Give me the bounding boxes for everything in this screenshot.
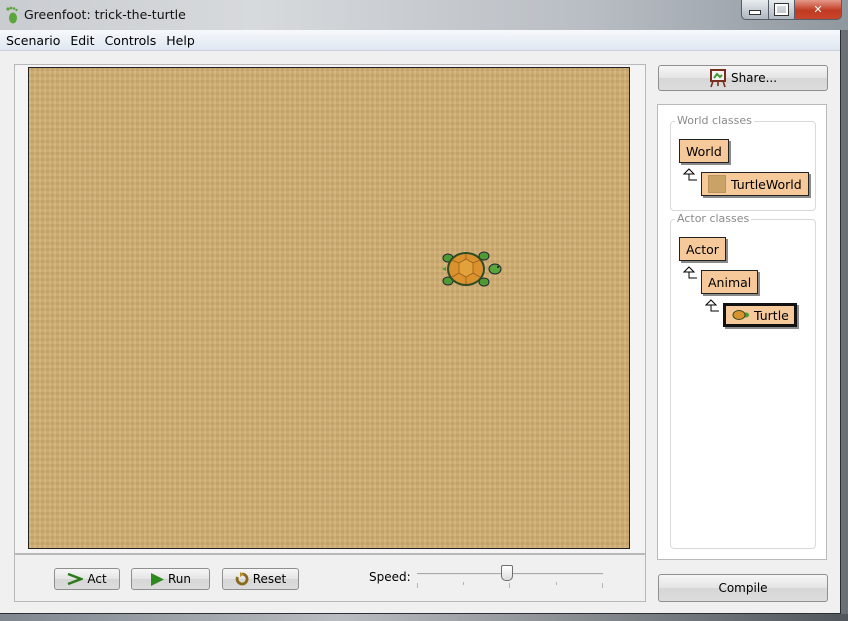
easel-share-icon (709, 69, 726, 88)
reset-label: Reset (252, 572, 287, 586)
actor-classes-label: Actor classes (675, 212, 752, 225)
window-title: Greenfoot: trick-the-turtle (24, 7, 186, 22)
control-panel: Act Run Reset Speed: (14, 554, 646, 602)
inheritance-arrow-icon (683, 168, 697, 181)
maximize-icon (774, 3, 789, 16)
turtle-icon (732, 310, 749, 320)
class-name: Actor (686, 241, 719, 257)
class-turtleworld[interactable]: TurtleWorld (701, 172, 809, 196)
act-arrow-icon (67, 573, 84, 585)
reset-icon (235, 572, 249, 586)
speed-label: Speed: (369, 570, 411, 584)
world-canvas[interactable] (28, 67, 630, 549)
run-button[interactable]: Run (131, 568, 210, 590)
class-turtle[interactable]: Turtle (723, 303, 797, 327)
greenfoot-footprint-icon (6, 6, 18, 24)
title-bar: Greenfoot: trick-the-turtle ✕ (0, 0, 848, 30)
menu-scenario[interactable]: Scenario (0, 33, 64, 48)
act-label: Act (87, 572, 107, 586)
slider-tick (602, 583, 603, 588)
minimize-button[interactable] (741, 0, 769, 20)
class-name: Animal (708, 274, 752, 290)
turtle-actor[interactable] (440, 247, 502, 291)
share-button[interactable]: Share... (658, 65, 828, 91)
class-name: World (686, 143, 722, 159)
close-button[interactable]: ✕ (795, 0, 842, 20)
class-world[interactable]: World (679, 139, 729, 163)
play-icon (150, 572, 164, 586)
class-animal[interactable]: Animal (701, 270, 759, 294)
world-classes-group: World classes World TurtleWorld (670, 114, 816, 211)
run-label: Run (167, 572, 191, 586)
menu-controls[interactable]: Controls (99, 33, 161, 48)
slider-tick (509, 583, 510, 588)
speed-slider[interactable] (415, 563, 605, 593)
class-name: TurtleWorld (731, 176, 802, 192)
speed-slider-thumb[interactable] (501, 565, 514, 581)
class-actor[interactable]: Actor (679, 237, 726, 261)
slider-tick (463, 582, 464, 585)
compile-button[interactable]: Compile (658, 574, 828, 602)
actor-classes-group: Actor classes Actor Animal Turtle (670, 212, 816, 549)
menu-edit[interactable]: Edit (64, 33, 98, 48)
slider-tick (556, 582, 557, 585)
world-panel (14, 64, 646, 554)
class-browser: World classes World TurtleWorld Actor cl… (657, 104, 827, 560)
menu-help[interactable]: Help (160, 33, 199, 48)
share-label: Share... (730, 71, 778, 85)
window-controls: ✕ (741, 0, 842, 20)
reset-button[interactable]: Reset (222, 568, 299, 590)
act-button[interactable]: Act (54, 568, 120, 590)
compile-label: Compile (718, 581, 768, 595)
minimize-icon (749, 10, 761, 15)
sand-thumbnail-icon (708, 175, 726, 193)
slider-tick (417, 583, 418, 588)
world-classes-label: World classes (675, 114, 754, 127)
menu-bar: Scenario Edit Controls Help (0, 30, 840, 51)
class-name: Turtle (754, 307, 789, 323)
maximize-button[interactable] (769, 0, 795, 20)
inheritance-arrow-icon (683, 266, 697, 279)
inheritance-arrow-icon (705, 299, 719, 312)
window-bottom-border (0, 614, 848, 621)
close-icon: ✕ (813, 3, 823, 16)
